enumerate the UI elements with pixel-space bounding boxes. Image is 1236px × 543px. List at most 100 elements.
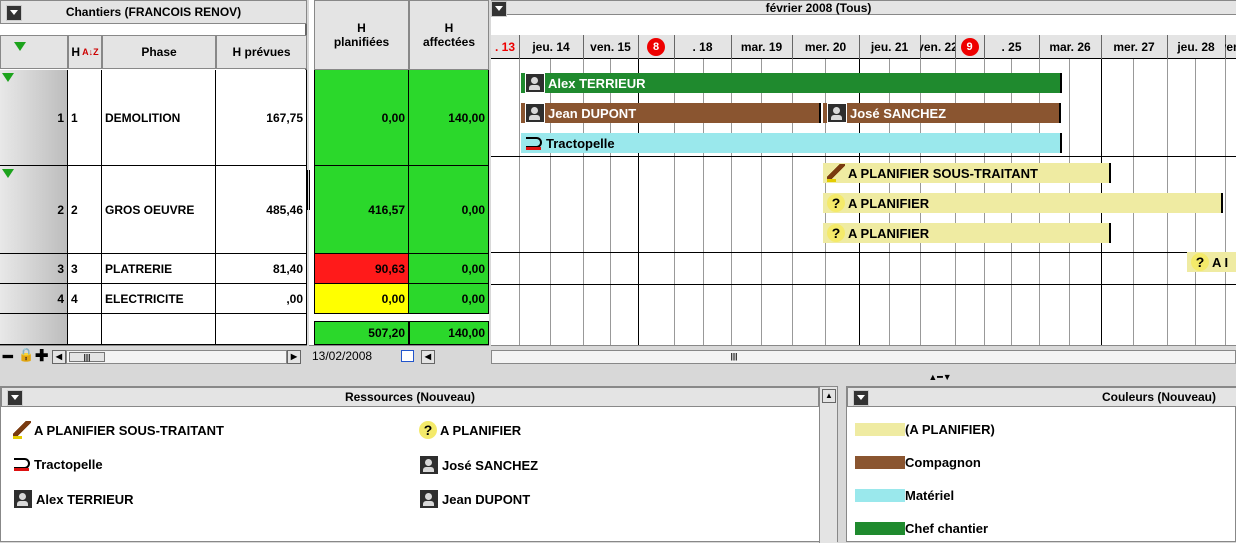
row-prevues-empty xyxy=(216,314,307,345)
gantt-scroll-track[interactable]: ||| xyxy=(491,350,1236,364)
date-bar: 13/02/2008 ◀ xyxy=(309,345,489,367)
chantiers-title-bar: Chantiers (FRANCOIS RENOV) xyxy=(0,0,307,24)
color-swatch[interactable] xyxy=(855,522,905,535)
expand-all-icon[interactable] xyxy=(14,42,26,51)
calendar-icon[interactable] xyxy=(401,350,414,362)
scroll-left-icon[interactable]: ◀ xyxy=(52,350,66,364)
gantt-day-header[interactable]: 9 xyxy=(955,35,985,59)
horizontal-scrollbar[interactable]: ||| xyxy=(66,350,287,364)
gantt-bar[interactable]: ? A I xyxy=(1187,252,1236,272)
scroll-thumb[interactable]: ||| xyxy=(69,352,105,362)
row-phase-text: DEMOLITION xyxy=(105,110,181,125)
color-swatch[interactable] xyxy=(855,423,905,436)
planifiees-value: 416,57 xyxy=(368,202,405,217)
gantt-day-header[interactable]: mer. 27 xyxy=(1101,35,1168,59)
gantt-day-header[interactable]: jeu. 28 xyxy=(1167,35,1226,59)
gantt-day-header[interactable]: 8 xyxy=(638,35,675,59)
row-phase[interactable]: DEMOLITION xyxy=(102,70,216,166)
ressource-label: José SANCHEZ xyxy=(442,457,539,473)
horizontal-splitter[interactable]: ▲━▼ xyxy=(910,372,970,382)
row-code: 4 xyxy=(68,284,102,314)
ressource-item[interactable]: ? A PLANIFIER xyxy=(419,421,521,439)
grid-line xyxy=(583,59,584,345)
gantt-scroll-thumb[interactable]: ||| xyxy=(724,352,744,362)
gantt-panel: février 2008 (Tous) . 13 jeu. 14 ven. 15 8.… xyxy=(491,0,1236,367)
gantt-bar[interactable]: Tractopelle xyxy=(521,133,1062,153)
affectees-value: 0,00 xyxy=(461,202,485,217)
col-header-phase[interactable]: Phase xyxy=(102,35,216,69)
row-number[interactable]: 1 xyxy=(0,70,68,166)
row-number[interactable]: 3 xyxy=(0,254,68,284)
ressources-scrollbar[interactable]: ▲ xyxy=(819,387,837,543)
affectees-value: 140,00 xyxy=(448,110,485,125)
gantt-day-header[interactable]: ven. 29 xyxy=(1225,35,1236,59)
ressource-item[interactable]: José SANCHEZ xyxy=(419,455,538,475)
gantt-scrollbar[interactable]: ||| xyxy=(491,345,1236,367)
scroll-up-icon[interactable]: ▲ xyxy=(822,389,836,403)
gantt-day-header[interactable]: . 25 xyxy=(984,35,1040,59)
hours-panel: H planifiées H affectées 0,00 140,00 416,5… xyxy=(309,0,489,367)
col-header-affectees[interactable]: H affectées xyxy=(409,0,489,70)
row-phase-text: GROS OEUVRE xyxy=(105,202,195,217)
expand-row-icon[interactable] xyxy=(2,73,14,82)
chantiers-title: Chantiers (FRANCOIS RENOV) xyxy=(65,5,242,19)
row-planifiees: 0,00 xyxy=(314,284,409,314)
minus-icon[interactable]: ━ xyxy=(3,347,13,367)
gantt-day-header[interactable]: mar. 19 xyxy=(731,35,793,59)
col-header-expand[interactable] xyxy=(0,35,68,69)
person-icon xyxy=(525,103,545,123)
gantt-bar[interactable]: A PLANIFIER SOUS-TRAITANT xyxy=(823,163,1111,183)
week-number-badge: 9 xyxy=(960,38,979,56)
gantt-scroll-left-icon[interactable]: ◀ xyxy=(421,350,435,364)
row-phase[interactable]: GROS OEUVRE xyxy=(102,166,216,254)
gantt-bar[interactable]: José SANCHEZ xyxy=(823,103,1061,123)
row-number[interactable]: 4 xyxy=(0,284,68,314)
color-swatch[interactable] xyxy=(855,456,905,469)
row-prevues: 167,75 xyxy=(216,70,307,166)
question-icon: ? xyxy=(827,194,845,212)
ressource-item[interactable]: Tractopelle xyxy=(13,455,103,473)
grid-line xyxy=(674,59,675,345)
gantt-day-header[interactable]: mer. 20 xyxy=(792,35,860,59)
gantt-day-header[interactable]: ven. 15 xyxy=(583,35,639,59)
gantt-day-header[interactable]: mar. 26 xyxy=(1039,35,1102,59)
gantt-bar[interactable]: ? A PLANIFIER xyxy=(823,193,1223,213)
affectees-value: 0,00 xyxy=(461,261,485,276)
scroll-right-icon[interactable]: ▶ xyxy=(287,350,301,364)
gantt-bar-label: Alex TERRIEUR xyxy=(548,75,646,91)
ressource-item[interactable]: Alex TERRIEUR xyxy=(13,489,134,509)
gantt-day-header[interactable]: . 18 xyxy=(674,35,732,59)
gantt-day-header[interactable]: jeu. 21 xyxy=(859,35,921,59)
col-header-prevues[interactable]: H prévues xyxy=(216,35,307,69)
col-header-h[interactable]: H A↓Z xyxy=(68,35,102,69)
gantt-bar[interactable]: ? A PLANIFIER xyxy=(823,223,1111,243)
ressource-label: A PLANIFIER SOUS-TRAITANT xyxy=(34,422,224,438)
sort-az-icon[interactable]: A↓Z xyxy=(82,45,99,59)
row-phase-text: ELECTRICITE xyxy=(105,291,184,306)
couleurs-menu-button[interactable] xyxy=(853,390,869,406)
plus-icon[interactable]: ✚ xyxy=(35,346,48,366)
gantt-menu-button[interactable] xyxy=(491,1,507,17)
col-header-planifiees[interactable]: H planifiées xyxy=(314,0,409,70)
gantt-day-header[interactable]: jeu. 14 xyxy=(519,35,584,59)
row-phase[interactable]: PLATRERIE xyxy=(102,254,216,284)
chantiers-menu-button[interactable] xyxy=(6,5,22,21)
ressource-item[interactable]: A PLANIFIER SOUS-TRAITANT xyxy=(13,421,224,439)
color-label: Chef chantier xyxy=(905,521,989,536)
row-planifiees: 90,63 xyxy=(314,254,409,284)
lock-icon[interactable]: 🔒 xyxy=(18,347,34,363)
gantt-day-header[interactable]: ven. 22 xyxy=(920,35,956,59)
splitter-handle[interactable] xyxy=(307,170,310,210)
gantt-day-header[interactable]: . 13 xyxy=(491,35,520,59)
row-number[interactable]: 2 xyxy=(0,166,68,254)
planifiees-value: 90,63 xyxy=(374,261,405,276)
ressources-menu-button[interactable] xyxy=(7,390,23,406)
color-swatch[interactable] xyxy=(855,489,905,502)
gantt-day-label: . 18 xyxy=(692,40,713,54)
date-field[interactable]: 13/02/2008 xyxy=(312,349,372,363)
expand-row-icon[interactable] xyxy=(2,169,14,178)
row-phase[interactable]: ELECTRICITE xyxy=(102,284,216,314)
gantt-bar[interactable]: Alex TERRIEUR xyxy=(521,73,1062,93)
ressource-item[interactable]: Jean DUPONT xyxy=(419,489,530,509)
gantt-bar[interactable]: Jean DUPONT xyxy=(521,103,821,123)
